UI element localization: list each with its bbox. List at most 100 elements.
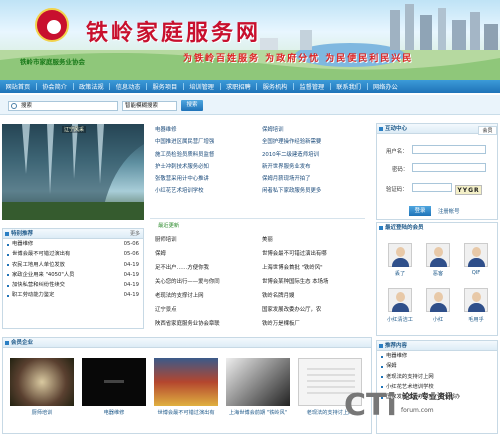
member-name[interactable]: QIF xyxy=(459,270,493,276)
news-item[interactable]: 2010年二级建造师培训 xyxy=(262,149,321,161)
member-name[interactable]: 毛用乎 xyxy=(459,316,493,323)
password-field[interactable] xyxy=(412,163,486,172)
updates-list-right: 美丽 世博会最不可错过演出有哪 上海世博会首批 "铁岭风" 世博会某种国际生态 … xyxy=(262,233,328,331)
watermark-text: 论坛·专业资讯 xyxy=(402,392,454,401)
news-item[interactable]: 世博会某种国际生态 本场场 xyxy=(262,275,328,289)
news-item[interactable]: 中国推进区属民营厂增强 xyxy=(155,136,214,148)
news-list-left: 电器维修 中国推进区属民营厂增强 施工员检验员质料员监督 护士冲刺技术服务必知 … xyxy=(155,124,214,198)
news-item[interactable]: 美丽 xyxy=(262,233,328,247)
member-name[interactable]: 丢了 xyxy=(383,270,417,277)
logo-seal-icon[interactable] xyxy=(35,8,69,42)
news-item[interactable]: 全国护理操作经验新需要 xyxy=(262,136,321,148)
news-item[interactable]: 国家发展改委办公厅，农 xyxy=(262,303,328,317)
panel-title: 会员企业 xyxy=(3,338,371,348)
enterprise-caption[interactable]: 厨师培训 xyxy=(8,410,76,417)
news-list-right: 保姆培训 全国护理操作经验新需要 2010年二级建造师培训 新开世界服务业发布 … xyxy=(262,124,321,198)
member-avatar[interactable] xyxy=(388,243,412,267)
list-item[interactable]: 农民工地用人单位发放 04-19 xyxy=(3,260,143,270)
login-button[interactable]: 登录 xyxy=(409,206,431,216)
enterprise-caption[interactable]: 电器维修 xyxy=(80,410,148,417)
slogan: 为铁岭百姓服务 为政府分忧 为民便民利民兴民 xyxy=(183,54,414,64)
news-item[interactable]: 上海世博会首批 "铁岭风" xyxy=(262,261,328,275)
news-item[interactable]: 铁岭万是棵板厂 xyxy=(262,317,328,331)
nav-news[interactable]: 信息动态 xyxy=(110,82,146,91)
news-item[interactable]: 辽宁景点 xyxy=(155,303,220,317)
main-nav: 网站首页 协会简介 政策法规 信息动态 服务项目 培训管理 求职招聘 服务机构 … xyxy=(0,80,500,93)
news-item[interactable]: 关心您的出行——爱与你同 xyxy=(155,275,220,289)
news-item[interactable]: 闲者私下家政服务员更多 xyxy=(262,185,321,197)
search-mode-select[interactable]: 智能模糊搜索 xyxy=(122,101,177,111)
nav-training[interactable]: 培训管理 xyxy=(184,82,220,91)
captcha-field[interactable] xyxy=(412,183,452,192)
username-label: 用户名： xyxy=(386,149,408,155)
news-item[interactable]: 足不出户……方便你我 xyxy=(155,261,220,275)
featured-photo[interactable] xyxy=(2,124,144,220)
news-item[interactable]: 保姆 xyxy=(155,247,220,261)
enterprise-caption[interactable]: 世博会最不可错过演出有 xyxy=(152,410,220,417)
password-label: 密码： xyxy=(392,167,409,173)
news-item[interactable]: 小红花艺术培训学校 xyxy=(155,185,214,197)
member-name[interactable]: 恶客 xyxy=(421,270,455,277)
tab-member[interactable]: 会员 xyxy=(478,126,497,135)
list-item[interactable]: 加快私营和纠纷性续交 04-19 xyxy=(3,280,143,290)
nav-contact[interactable]: 联系我们 xyxy=(331,82,367,91)
member-name[interactable]: 小红清洁工 xyxy=(383,316,417,323)
list-item[interactable]: 职工劳动能力鉴定 04-19 xyxy=(3,290,143,300)
news-item[interactable]: 张敬营采用计中心推讲 xyxy=(155,173,214,185)
enterprise-thumb[interactable] xyxy=(154,358,218,406)
nav-office[interactable]: 网络办公 xyxy=(368,82,404,91)
member-avatar[interactable] xyxy=(426,243,450,267)
more-link[interactable]: 更多 xyxy=(130,229,140,239)
enterprise-caption[interactable]: 上海世博会前期 "铁岭风" xyxy=(224,410,292,417)
panel-title: 推荐内容 xyxy=(377,341,497,351)
enterprise-thumb[interactable] xyxy=(82,358,146,406)
list-item[interactable]: 电器维修 xyxy=(377,351,497,361)
list-item[interactable]: 家政企业用来 "4050"人员 04-19 xyxy=(3,270,143,280)
username-field[interactable] xyxy=(412,145,486,154)
news-item[interactable]: 护士冲刺技术服务必知 xyxy=(155,161,214,173)
member-avatar[interactable] xyxy=(426,288,450,312)
member-avatar[interactable] xyxy=(464,243,488,267)
news-item[interactable]: 陕西省家庭服务业协会章联 xyxy=(155,317,220,331)
news-item[interactable]: 保姆月薪现场开拍了 xyxy=(262,173,321,185)
nav-supervision[interactable]: 监督管理 xyxy=(294,82,330,91)
news-item[interactable]: 新开世界服务业发布 xyxy=(262,161,321,173)
cave-scene xyxy=(2,124,144,220)
news-item[interactable]: 施工员检验员质料员监督 xyxy=(155,149,214,161)
nav-services[interactable]: 服务项目 xyxy=(147,82,183,91)
member-avatar[interactable] xyxy=(388,288,412,312)
captcha-label: 验证码： xyxy=(386,187,408,193)
panel-title: 特别推荐 更多 xyxy=(3,229,143,239)
recent-updates-heading: 最近更新 xyxy=(158,223,180,229)
watermark-logo: CTi xyxy=(344,388,397,423)
nav-about[interactable]: 协会简介 xyxy=(37,82,73,91)
search-button[interactable]: 搜索 xyxy=(181,100,203,111)
list-item[interactable]: 保姆 xyxy=(377,361,497,371)
nav-policy[interactable]: 政策法规 xyxy=(74,82,110,91)
news-item[interactable]: 老现法的支撑讨上网 xyxy=(155,289,220,303)
news-item[interactable]: 铁岭名牌月嫂 xyxy=(262,289,328,303)
photo-caption: 辽宁风采 xyxy=(62,126,87,133)
news-item[interactable]: 世博会最不可错过演出有哪 xyxy=(262,247,328,261)
news-item[interactable]: 厨师培训 xyxy=(155,233,220,247)
captcha-image[interactable]: YYGR xyxy=(455,185,482,195)
list-item[interactable]: 电器维修 05-06 xyxy=(3,239,143,249)
search-input[interactable]: 搜索 xyxy=(8,101,118,111)
member-avatar[interactable] xyxy=(464,288,488,312)
list-item[interactable]: 世博会最不可错过演出有 05-06 xyxy=(3,249,143,259)
watermark-url: forum.com xyxy=(401,407,434,414)
news-item[interactable]: 电器维修 xyxy=(155,124,214,136)
list-item[interactable]: 老现法的支持讨上网 xyxy=(377,372,497,382)
updates-list-left: 厨师培训 保姆 足不出户……方便你我 关心您的出行——爱与你同 老现法的支撑讨上… xyxy=(155,233,220,331)
register-link[interactable]: 注册帐号 xyxy=(438,207,460,215)
enterprise-thumb[interactable] xyxy=(226,358,290,406)
nav-agencies[interactable]: 服务机构 xyxy=(257,82,293,91)
search-icon xyxy=(11,103,17,109)
header-banner: 铁岭家庭服务网 铁岭市家庭服务业协会 为铁岭百姓服务 为政府分忧 为民便民利民兴… xyxy=(0,0,500,80)
nav-home[interactable]: 网站首页 xyxy=(0,82,36,91)
member-name[interactable]: 小红 xyxy=(421,316,455,323)
news-item[interactable]: 保姆培训 xyxy=(262,124,321,136)
divider xyxy=(150,218,365,219)
nav-jobs[interactable]: 求职招聘 xyxy=(221,82,257,91)
enterprise-thumb[interactable] xyxy=(10,358,74,406)
